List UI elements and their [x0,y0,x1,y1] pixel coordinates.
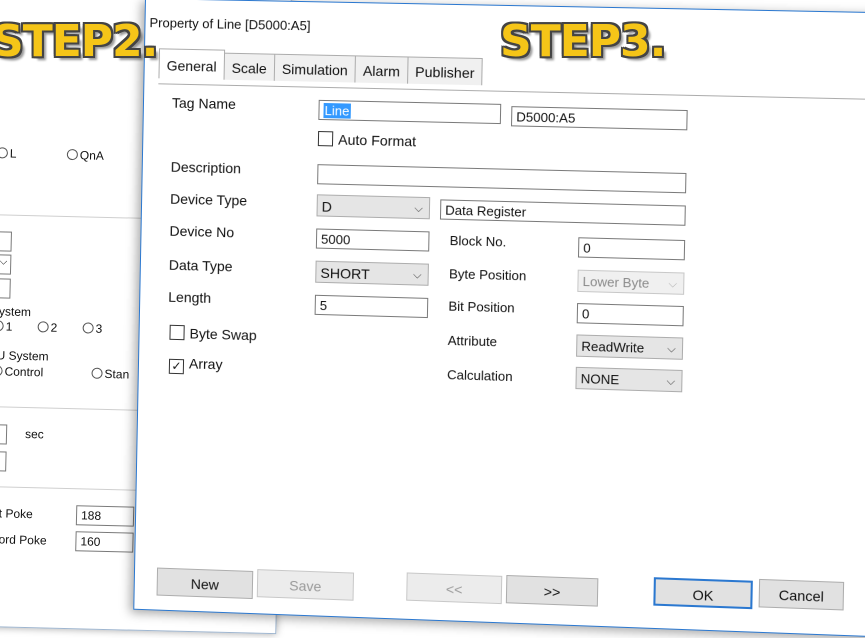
step2-label: STEP2. [0,16,158,67]
chevron-down-icon: ⌵ [667,343,676,356]
tab-scale[interactable]: Scale [223,52,276,81]
tag-name-input[interactable]: Line [318,99,502,125]
tab-alarm[interactable]: Alarm [354,55,409,84]
description-label: Description [170,158,242,177]
radio-icon [0,147,9,159]
radio-l[interactable]: L [0,146,17,161]
prev-button[interactable]: << [406,572,503,605]
field[interactable] [0,450,7,472]
byte-position-label: Byte Position [448,266,527,284]
radio-qna[interactable]: QnA [66,148,104,163]
new-button[interactable]: New [156,567,254,600]
length-label: Length [168,288,212,306]
block-no-label: Block No. [449,232,507,250]
tag-address-field: D5000:A5 [510,106,688,131]
radio-icon [66,148,79,161]
radio-icon [82,322,94,334]
tag-name-label: Tag Name [171,94,237,113]
property-dialog: Property of Line [D5000:A5] General Scal… [133,0,865,638]
length-input[interactable]: 5 [314,294,429,319]
checkbox-icon [317,131,334,147]
cpu-system-label: CPU System [0,347,49,364]
byte-swap-checkbox[interactable]: Byte Swap [169,324,257,343]
system-label: System [0,304,32,320]
attribute-select[interactable]: ReadWrite ⌵ [576,334,684,360]
radio-icon [37,321,49,333]
tab-simulation[interactable]: Simulation [273,53,357,83]
sec-label: sec [24,426,44,442]
field[interactable] [0,277,11,299]
calculation-select[interactable]: NONE ⌵ [575,366,683,393]
bit-position-label: Bit Position [448,298,515,316]
array-checkbox[interactable]: ✓ Array [168,355,223,376]
step3-label: STEP3. [500,16,666,67]
tab-bar: General Scale Simulation Alarm Publisher [158,48,483,86]
radio-2[interactable]: 2 [37,320,58,335]
bit-poke-field[interactable]: 188 [75,505,135,527]
chevron-down-icon: ⌵ [666,375,676,389]
next-button[interactable]: >> [505,574,599,607]
checkbox-icon [169,324,185,341]
word-poke-label: Word Poke [0,532,47,548]
tab-general[interactable]: General [158,48,225,80]
bit-poke-label: Bit Poke [0,506,33,522]
data-type-select[interactable]: SHORT ⌵ [315,260,429,286]
device-type-label: Device Type [169,190,248,209]
auto-format-checkbox[interactable]: Auto Format [317,131,416,149]
radio-icon [0,320,4,332]
general-panel: Tag Name Line D5000:A5 Auto Format Descr… [149,83,865,581]
tab-publisher[interactable]: Publisher [406,56,483,86]
device-no-label: Device No [169,222,235,241]
radio-icon [91,367,103,379]
chevron-down-icon: ⌵ [413,269,422,282]
byte-position-select[interactable]: Lower Byte ⌵ [577,269,685,295]
field[interactable] [0,230,12,252]
device-no-input[interactable]: 5000 [315,228,430,252]
word-poke-field[interactable]: 160 [75,531,134,553]
radio-stan[interactable]: Stan [91,367,129,382]
ok-button[interactable]: OK [653,577,753,610]
radio-3[interactable]: 3 [82,321,102,336]
chevron-down-icon: ⌵ [0,256,8,268]
data-type-label: Data Type [168,256,233,275]
device-type-select[interactable]: D ⌵ [316,194,431,220]
calculation-label: Calculation [446,367,513,385]
device-type-description: Data Register [439,199,686,226]
bit-position-input[interactable]: 0 [576,303,684,327]
description-input[interactable] [317,164,687,194]
cancel-button[interactable]: Cancel [758,578,845,611]
radio-1[interactable]: 1 [0,319,13,334]
dialog-title: Property of Line [D5000:A5] [149,15,311,34]
attribute-label: Attribute [447,332,498,350]
block-no-input[interactable]: 0 [577,237,686,261]
checkmark-icon: ✓ [168,358,185,375]
field[interactable] [0,423,8,445]
radio-control[interactable]: Control [0,364,43,379]
dropdown[interactable]: ⌵ [0,253,12,275]
save-button[interactable]: Save [256,569,355,601]
chevron-down-icon: ⌵ [414,202,424,216]
chevron-down-icon: ⌵ [668,278,678,291]
radio-icon [0,365,3,377]
